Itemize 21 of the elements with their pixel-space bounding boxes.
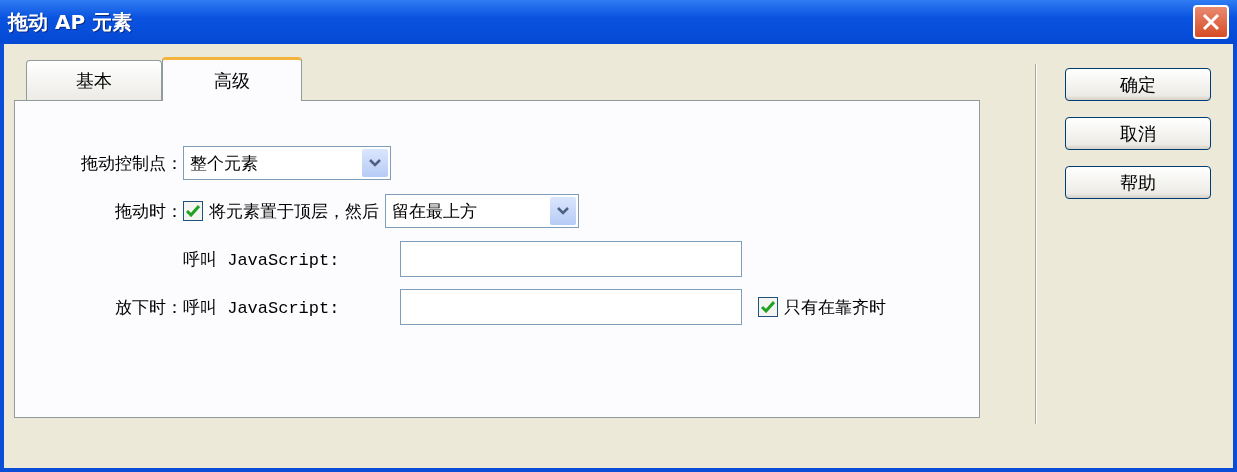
- field-label: 呼叫 JavaScript:: [183, 297, 341, 319]
- dialog-button[interactable]: 帮助: [1065, 166, 1211, 199]
- close-icon: [1202, 13, 1220, 31]
- dropdown[interactable]: 整个元素: [183, 146, 391, 180]
- dialog-button[interactable]: 确定: [1065, 68, 1211, 101]
- field-label: 放下时：: [114, 295, 183, 319]
- tab[interactable]: 基本: [26, 60, 162, 100]
- checkbox[interactable]: [183, 201, 203, 221]
- dropdown[interactable]: 留在最上方: [385, 194, 579, 228]
- field-label: 拖动控制点：: [80, 151, 183, 175]
- input-field[interactable]: [400, 241, 742, 277]
- checkbox-label: 将元素置于顶层，然后: [209, 199, 379, 223]
- input-field[interactable]: [400, 289, 742, 325]
- dialog-button[interactable]: 取消: [1065, 117, 1211, 150]
- close-button[interactable]: [1193, 5, 1229, 39]
- tab[interactable]: 高级: [162, 57, 302, 101]
- window-title: 拖动 AP 元素: [8, 8, 133, 36]
- field-label: 呼叫 JavaScript:: [183, 249, 341, 271]
- checkbox[interactable]: [758, 297, 778, 317]
- checkbox-label: 只有在靠齐时: [784, 295, 886, 319]
- field-label: 拖动时：: [114, 199, 183, 223]
